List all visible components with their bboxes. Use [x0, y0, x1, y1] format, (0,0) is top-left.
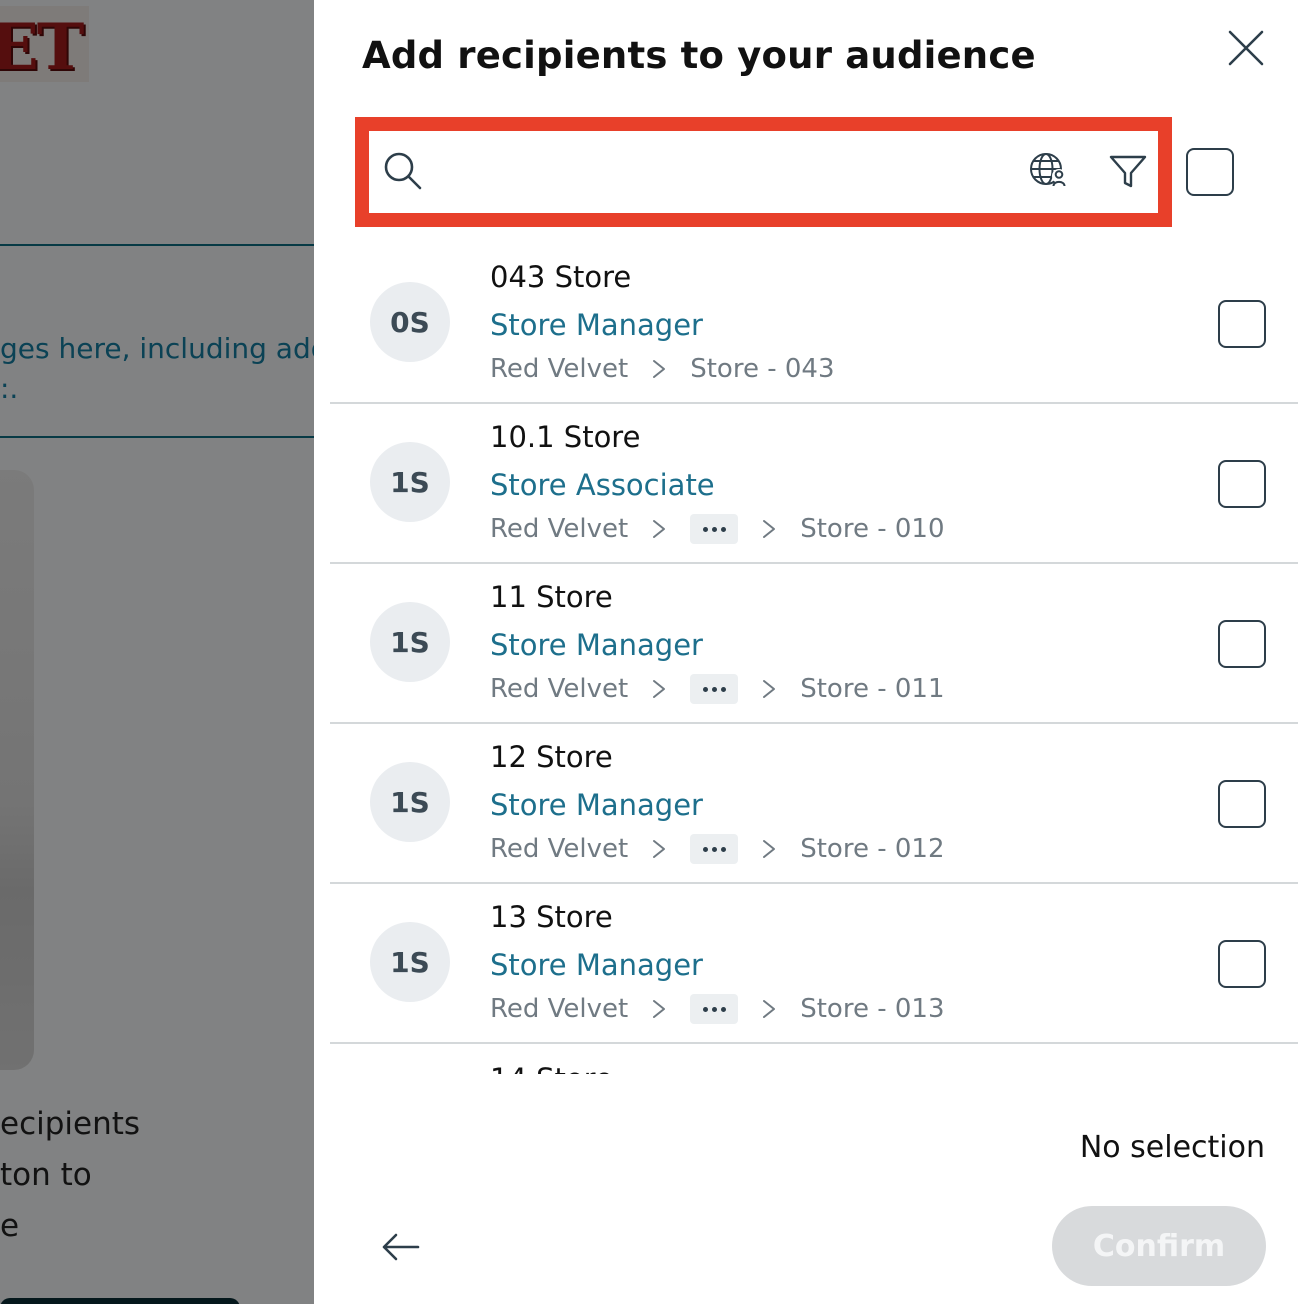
list-item[interactable]: 1S 12 Store Store Manager Red Velvet Store -…	[330, 724, 1298, 884]
list-item[interactable]: 1S 13 Store Store Manager Red Velvet Store -…	[330, 884, 1298, 1044]
add-recipients-panel: Add recipients to your audience 0S 043 S…	[314, 0, 1302, 1304]
confirm-button[interactable]: Confirm	[1052, 1206, 1266, 1286]
filter-icon[interactable]	[1109, 153, 1147, 191]
breadcrumb-store: Store - 011	[800, 674, 945, 704]
list-item[interactable]: 1S 11 Store Store Manager Red Velvet Store -…	[330, 564, 1298, 724]
arrow-left-icon	[382, 1233, 420, 1261]
recipient-role: Store Manager	[490, 308, 703, 342]
breadcrumb-more-button[interactable]	[690, 994, 739, 1024]
list-item[interactable]: 0S 043 Store Store Manager Red Velvet Store …	[330, 244, 1298, 404]
chevron-right-icon	[763, 520, 776, 538]
breadcrumb-store: Store - 013	[800, 994, 945, 1024]
chevron-right-icon	[763, 680, 776, 698]
search-icon	[384, 152, 422, 190]
avatar: 1S	[370, 602, 450, 682]
chevron-right-icon	[763, 1000, 776, 1018]
close-button[interactable]	[1226, 28, 1266, 68]
chevron-right-icon	[653, 840, 666, 858]
search-input[interactable]	[433, 145, 1013, 199]
breadcrumb-more-button[interactable]	[690, 834, 739, 864]
recipient-checkbox[interactable]	[1218, 300, 1266, 348]
chevron-right-icon	[653, 1000, 666, 1018]
breadcrumb-more-button[interactable]	[690, 514, 739, 544]
breadcrumb-org: Red Velvet	[490, 354, 629, 384]
list-item-partial: 14 Store	[490, 1060, 613, 1074]
avatar: 1S	[370, 442, 450, 522]
recipients-list[interactable]: 0S 043 Store Store Manager Red Velvet Store …	[330, 244, 1298, 1070]
chevron-right-icon	[653, 360, 666, 378]
recipient-name: 12 Store	[490, 740, 613, 774]
chevron-right-icon	[653, 680, 666, 698]
avatar: 1S	[370, 922, 450, 1002]
search-bar	[369, 131, 1158, 213]
breadcrumb-store: Store - 043	[690, 354, 835, 384]
recipient-role: Store Manager	[490, 628, 703, 662]
breadcrumb-more-button[interactable]	[690, 674, 739, 704]
avatar: 0S	[370, 282, 450, 362]
recipient-checkbox[interactable]	[1218, 620, 1266, 668]
globe-user-icon[interactable]	[1029, 151, 1069, 191]
chevron-right-icon	[653, 520, 666, 538]
chevron-right-icon	[763, 840, 776, 858]
breadcrumb: Red Velvet Store - 012	[490, 832, 945, 866]
recipient-role: Store Associate	[490, 468, 715, 502]
recipient-name: 043 Store	[490, 260, 632, 294]
recipient-checkbox[interactable]	[1218, 940, 1266, 988]
search-highlight	[355, 117, 1172, 227]
recipient-name: 11 Store	[490, 580, 613, 614]
modal-overlay[interactable]	[0, 0, 314, 1304]
recipient-role: Store Manager	[490, 788, 703, 822]
breadcrumb: Red Velvet Store - 043	[490, 352, 835, 386]
list-item[interactable]: 1S 10.1 Store Store Associate Red Velvet Sto…	[330, 404, 1298, 564]
back-button[interactable]	[380, 1226, 422, 1268]
more-dots-icon	[702, 1006, 708, 1012]
breadcrumb: Red Velvet Store - 011	[490, 672, 945, 706]
breadcrumb-org: Red Velvet	[490, 994, 629, 1024]
selection-status: No selection	[1079, 1130, 1265, 1165]
recipient-name: 13 Store	[490, 900, 613, 934]
breadcrumb: Red Velvet Store - 010	[490, 512, 945, 546]
recipient-checkbox[interactable]	[1218, 780, 1266, 828]
recipient-role: Store Manager	[490, 948, 703, 982]
close-icon	[1228, 30, 1264, 66]
more-dots-icon	[702, 846, 708, 852]
breadcrumb-store: Store - 012	[800, 834, 945, 864]
breadcrumb-org: Red Velvet	[490, 674, 629, 704]
breadcrumb-store: Store - 010	[800, 514, 945, 544]
breadcrumb-org: Red Velvet	[490, 834, 629, 864]
breadcrumb: Red Velvet Store - 013	[490, 992, 945, 1026]
recipient-name: 10.1 Store	[490, 420, 641, 454]
select-all-checkbox[interactable]	[1186, 148, 1234, 196]
avatar: 1S	[370, 762, 450, 842]
recipient-checkbox[interactable]	[1218, 460, 1266, 508]
more-dots-icon	[702, 526, 708, 532]
panel-title: Add recipients to your audience	[362, 34, 1036, 77]
breadcrumb-org: Red Velvet	[490, 514, 629, 544]
more-dots-icon	[702, 686, 708, 692]
